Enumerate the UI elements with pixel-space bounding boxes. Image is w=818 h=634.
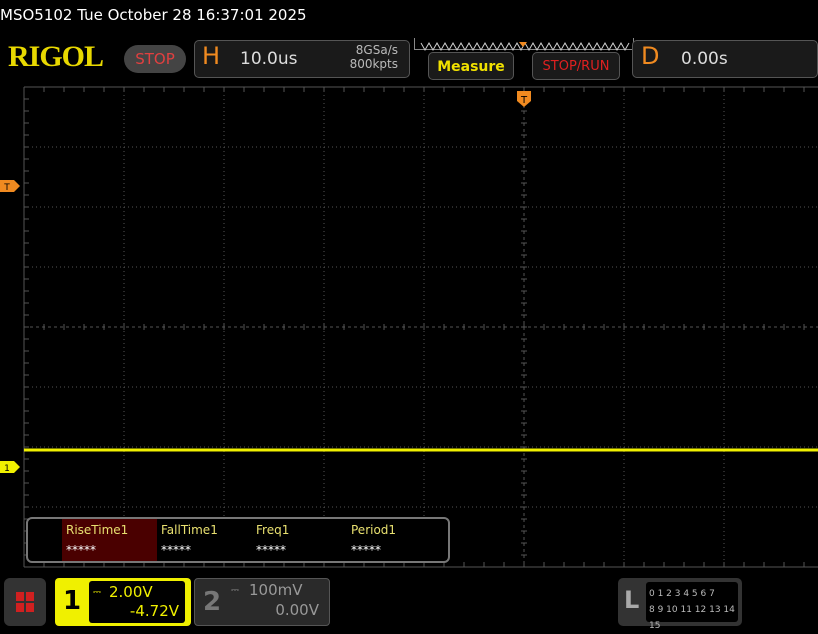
timebase-value: 10.0us: [240, 49, 298, 69]
channel1-offset-marker: 1: [0, 461, 20, 474]
waveform-grid[interactable]: T T 1: [0, 85, 818, 570]
measurement-falltime[interactable]: FallTime1 *****: [157, 519, 252, 561]
menu-grid-icon: [16, 592, 34, 612]
channel1-offset: -4.72V: [129, 602, 179, 620]
channel1-number: 1: [63, 586, 82, 616]
svg-text:T: T: [520, 95, 528, 106]
channel2-scale: 100mV: [249, 581, 303, 599]
rigol-logo: RIGOL: [8, 40, 104, 73]
measure-button[interactable]: Measure: [428, 52, 514, 80]
channel2-panel[interactable]: 2 ⎓ 100mV 0.00V: [194, 578, 330, 626]
measurement-period[interactable]: Period1 *****: [347, 519, 442, 561]
measurement-freq[interactable]: Freq1 *****: [252, 519, 347, 561]
main-menu-button[interactable]: [4, 578, 46, 626]
logic-channels-row2: 8 9 10 11 12 13 14 15: [649, 605, 735, 631]
logic-channels-row1: 0 1 2 3 4 5 6 7: [649, 589, 715, 599]
logic-label: L: [624, 586, 640, 614]
horizontal-position-bar: [414, 38, 634, 52]
horizontal-label: H: [202, 42, 221, 70]
svg-text:T: T: [3, 183, 10, 193]
svg-text:1: 1: [4, 464, 10, 474]
dc-coupling-icon: ⎓: [231, 585, 239, 596]
measurement-panel: RiseTime1 ***** FallTime1 ***** Freq1 *****…: [26, 517, 450, 563]
dc-coupling-icon: ⎓: [93, 587, 101, 598]
delay-value: 0.00s: [681, 49, 728, 69]
measurement-risetime[interactable]: RiseTime1 *****: [62, 519, 157, 561]
window-title: MSO5102 Tue October 28 16:37:01 2025: [0, 6, 307, 24]
memory-depth: 800kpts: [349, 57, 398, 71]
sample-rate: 8GSa/s: [355, 43, 398, 57]
trigger-marker: T: [517, 91, 531, 107]
logic-analyzer-panel[interactable]: L 0 1 2 3 4 5 6 7 8 9 10 11 12 13 14 15: [618, 578, 742, 631]
channel2-number: 2: [203, 587, 222, 617]
channel2-offset: 0.00V: [275, 601, 319, 619]
delay-label: D: [641, 42, 660, 70]
acquisition-info: 8GSa/s 800kpts: [330, 43, 398, 71]
channel1-panel[interactable]: 1 ⎓ 2.00V -4.72V: [55, 578, 191, 626]
stop-run-button[interactable]: STOP/RUN: [532, 52, 620, 80]
channel1-scale: 2.00V: [109, 583, 153, 601]
run-state-badge[interactable]: STOP: [124, 45, 186, 73]
channel1-info: ⎓ 2.00V -4.72V: [89, 581, 185, 623]
trigger-level-marker: T: [0, 180, 20, 193]
